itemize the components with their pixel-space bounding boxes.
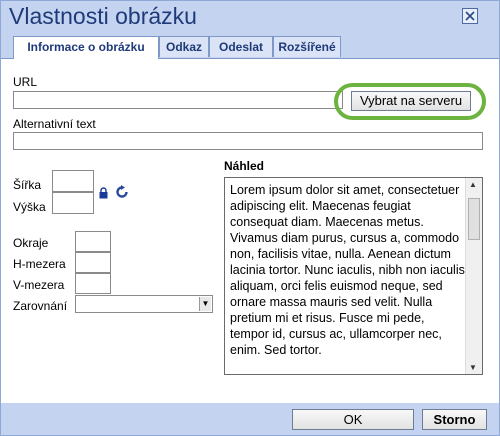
scroll-down-icon[interactable]: ▼: [469, 363, 477, 372]
hspace-input[interactable]: [75, 252, 111, 273]
height-label: Výška: [13, 200, 46, 214]
alt-text-label: Alternativní text: [13, 117, 96, 131]
tab-advanced[interactable]: Rozšířené: [273, 36, 341, 57]
width-label: Šířka: [13, 178, 42, 192]
preview-box[interactable]: Lorem ipsum dolor sit amet, consectetuer…: [224, 177, 483, 375]
scrollbar-thumb[interactable]: [468, 198, 480, 240]
chevron-down-icon[interactable]: ▼: [199, 297, 211, 311]
url-input[interactable]: [13, 91, 343, 109]
close-icon[interactable]: [462, 8, 478, 24]
vspace-label: V-mezera: [13, 278, 65, 292]
lock-icon[interactable]: [99, 186, 108, 199]
tab-image-info[interactable]: Informace o obrázku: [13, 36, 159, 59]
dialog-footer: OK Storno: [1, 403, 499, 435]
preview-label: Náhled: [224, 159, 265, 173]
alt-text-input[interactable]: [13, 132, 483, 150]
border-label: Okraje: [13, 236, 49, 250]
preview-text: Lorem ipsum dolor sit amet, consectetuer…: [230, 183, 465, 357]
tab-upload[interactable]: Odeslat: [209, 36, 273, 57]
reset-size-icon[interactable]: [115, 185, 129, 199]
scroll-up-icon[interactable]: ▲: [469, 180, 477, 189]
cancel-button[interactable]: Storno: [422, 409, 487, 430]
ok-button[interactable]: OK: [292, 409, 414, 430]
vspace-input[interactable]: [75, 273, 111, 294]
width-input[interactable]: [52, 170, 94, 192]
dialog-title: Vlastnosti obrázku: [9, 3, 197, 29]
hspace-label: H-mezera: [13, 257, 66, 271]
align-label: Zarovnání: [13, 299, 68, 313]
url-label: URL: [13, 75, 38, 89]
image-properties-dialog: Vlastnosti obrázku Informace o obrázku O…: [0, 0, 500, 436]
height-input[interactable]: [52, 192, 94, 214]
title-bar[interactable]: Vlastnosti obrázku: [1, 1, 499, 33]
tab-panel: URL Vybrat na serveru Alternativní text …: [1, 58, 499, 404]
browse-server-button[interactable]: Vybrat na serveru: [351, 91, 471, 111]
align-select[interactable]: ▼: [75, 295, 213, 313]
border-input[interactable]: [75, 231, 111, 252]
tab-link[interactable]: Odkaz: [159, 36, 209, 57]
preview-scrollbar[interactable]: ▲ ▼: [465, 178, 482, 374]
align-select-value: [76, 298, 79, 312]
